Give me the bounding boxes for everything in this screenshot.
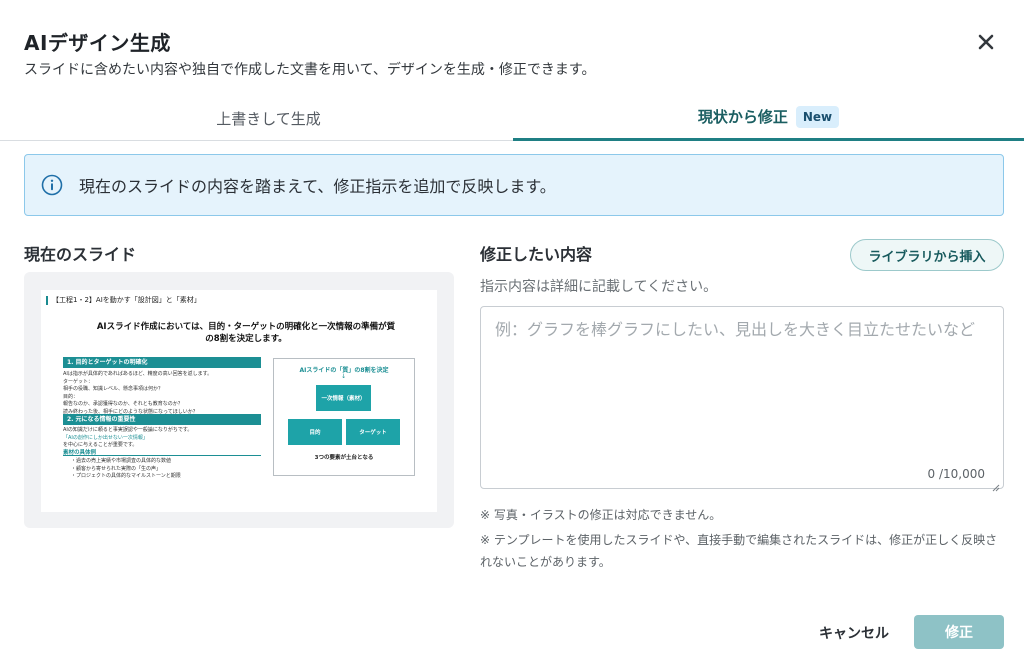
char-counter: 0 /10,000 [927, 467, 985, 481]
slide-materials-list: ・過去の売上実績や市場調査の具体的な数値 ・顧客から寄せられた実際の「生の声」 … [71, 458, 181, 481]
slide-header: 【工程1・2】AIを動かす「設計図」と「素材」 [46, 296, 201, 305]
dialog-title: AIデザイン生成 [24, 31, 171, 55]
slide-preview: 【工程1・2】AIを動かす「設計図」と「素材」 AIスライド作成においては、目的… [24, 272, 454, 528]
slide-text-line: AIは指示が具体的であればあるほど、精度の高い回答を返します。 [63, 371, 213, 377]
slide-text-line: 「AIの創作にしか出せない一次情報」 [63, 434, 148, 441]
note-template: ※ テンプレートを使用したスライドや、直接手動で編集されたスライドは、修正が正し… [480, 533, 998, 569]
dialog-subtitle: スライドに含めたい内容や独自で作成した文書を用いて、デザインを生成・修正できます… [24, 62, 596, 78]
slide-section-1-text: AIは指示が具体的であればあるほど、精度の高い回答を返します。 ターゲット： 相… [63, 371, 212, 416]
ai-design-dialog: AIデザイン生成 スライドに含めたい内容や独自で作成した文書を用いて、デザインを… [0, 0, 1024, 667]
slide-text-line: 目的： [63, 393, 79, 400]
modify-instruction-field-wrapper: 0 /10,000 [480, 306, 1004, 492]
slide-thumbnail: 【工程1・2】AIを動かす「設計図」と「素材」 AIスライド作成においては、目的… [41, 290, 437, 512]
slide-text-line: 報告なのか、承認獲得なのか、それとも教育なのか？ [63, 401, 183, 407]
arrow-down-icon: ↓ [341, 373, 347, 380]
slide-block-target: ターゲット [346, 419, 400, 445]
slide-block-primary-info: 一次情報（素材） [316, 385, 371, 411]
insert-from-library-button[interactable]: ライブラリから挿入 [850, 239, 1004, 271]
resize-grip-icon[interactable] [992, 477, 1000, 492]
tab-overwrite-generate[interactable]: 上書きして生成 [24, 95, 513, 141]
slide-text-line: ・顧客から寄せられた実際の「生の声」 [71, 465, 162, 472]
slide-headline: AIスライド作成においては、目的・ターゲットの明確化と一次情報の準備が質 の8割… [71, 321, 421, 345]
info-icon [41, 174, 63, 196]
tab-label: 上書きして生成 [216, 109, 321, 128]
slide-text-line: ・過去の売上実績や市場調査の具体的な数値 [71, 458, 172, 464]
instruction-hint: 指示内容は詳細に記載してください。 [480, 279, 718, 295]
slide-text-line: ・プロジェクトの具体的なマイルストーンと期限 [71, 473, 181, 479]
new-badge: New [795, 105, 840, 128]
close-icon[interactable] [974, 30, 998, 54]
modify-content-title: 修正したい内容 [480, 245, 593, 264]
slide-section-1: 1. 目的とターゲットの明確化 [63, 357, 261, 368]
slide-block-purpose: 目的 [288, 419, 342, 445]
modify-submit-button[interactable]: 修正 [914, 615, 1004, 649]
info-text: 現在のスライドの内容を踏まえて、修正指示を追加で反映します。 [79, 177, 556, 196]
slide-headline-line-2: の8割を決定します。 [205, 334, 287, 344]
tab-modify-current[interactable]: 現状から修正 New [513, 95, 1024, 141]
slide-text-line: 相手の役職、知識レベル、懸念事項は何か？ [63, 386, 164, 392]
slide-divider [63, 455, 261, 456]
slide-diagram-foot: 3つの要素が土台となる [314, 455, 374, 461]
note-photo: ※ 写真・イラストの修正は対応できません。 [480, 508, 722, 522]
slide-section-2: 2. 元になる情報の重要性 [63, 414, 261, 425]
slide-headline-line-1: AIスライド作成においては、目的・ターゲットの明確化と一次情報の準備が質 [96, 322, 396, 332]
cancel-button[interactable]: キャンセル [808, 617, 900, 649]
tab-bar: 上書きして生成 現状から修正 New [0, 95, 1024, 141]
current-slide-title: 現在のスライド [24, 245, 137, 264]
tab-label: 現状から修正 [697, 108, 788, 126]
info-banner: 現在のスライドの内容を踏まえて、修正指示を追加で反映します。 [24, 154, 1004, 216]
modify-instruction-textarea[interactable] [481, 307, 1003, 488]
slide-text-line: ターゲット： [63, 378, 94, 385]
slide-text-line: AIの知識だけに頼ると事実誤認や一般論になりがちです。 [63, 427, 193, 433]
slide-section-2-text: AIの知識だけに頼ると事実誤認や一般論になりがちです。 「AIの創作にしか出せな… [63, 427, 192, 450]
slide-diagram: AIスライドの「質」の8割を決定 ↓ 一次情報（素材） 目的 ターゲット 3つの… [273, 358, 415, 476]
